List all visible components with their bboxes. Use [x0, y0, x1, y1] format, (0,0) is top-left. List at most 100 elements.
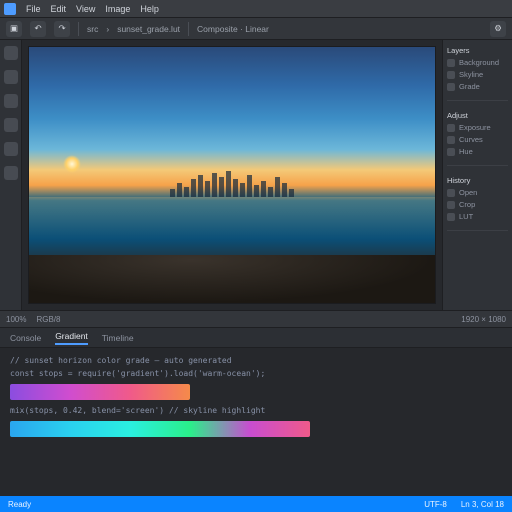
toolbar: ▣ ↶ ↷ src › sunset_grade.lut Composite ·… [0, 18, 512, 40]
menu-item[interactable]: Edit [51, 4, 67, 14]
panel-item[interactable]: Background [447, 58, 508, 67]
separator [188, 22, 189, 36]
panel-group-title[interactable]: History [447, 176, 508, 185]
skyline-building [191, 179, 196, 197]
bottom-panel: Console Gradient Timeline // sunset horizo… [0, 328, 512, 496]
toolbar-info: Composite · Linear [197, 24, 269, 34]
code-line: const stops = require('gradient').load('… [10, 369, 502, 378]
panel-item[interactable]: Skyline [447, 70, 508, 79]
app-logo-icon [4, 3, 16, 15]
redo-icon[interactable]: ↷ [54, 21, 70, 37]
panel-item-icon [447, 201, 455, 209]
encoding[interactable]: UTF-8 [424, 500, 447, 509]
panel-item-label: Hue [459, 147, 473, 156]
panel-item[interactable]: Exposure [447, 123, 508, 132]
eyedrop-tool-icon[interactable] [4, 142, 18, 156]
panel-item-icon [447, 148, 455, 156]
panel-item-icon [447, 213, 455, 221]
panel-item[interactable]: Hue [447, 147, 508, 156]
skyline-building [219, 177, 224, 197]
save-icon[interactable]: ▣ [6, 21, 22, 37]
crop-tool-icon[interactable] [4, 94, 18, 108]
panel-item-label: LUT [459, 212, 473, 221]
status-bar: Ready UTF-8 Ln 3, Col 18 [0, 496, 512, 512]
panel-item-icon [447, 124, 455, 132]
skyline-building [275, 177, 280, 197]
skyline-building [226, 171, 231, 197]
main-area: Layers Background Skyline Grade Adjust Exposu… [0, 40, 512, 310]
gradient-preview-b[interactable] [10, 421, 310, 437]
panel-item-icon [447, 189, 455, 197]
skyline-building [254, 185, 259, 197]
canvas-status: 100% RGB/8 1920 × 1080 [0, 310, 512, 328]
skyline-building [212, 173, 217, 197]
foreground-rocks [29, 255, 435, 303]
bottom-tabs: Console Gradient Timeline [0, 328, 512, 348]
skyline [29, 167, 435, 197]
skyline-building [261, 181, 266, 197]
side-panel: Layers Background Skyline Grade Adjust Exposu… [442, 40, 512, 310]
breadcrumb[interactable]: sunset_grade.lut [117, 24, 180, 34]
skyline-building [282, 183, 287, 197]
bottom-tab[interactable]: Console [10, 333, 41, 343]
panel-item-label: Curves [459, 135, 483, 144]
panel-group: Adjust Exposure Curves Hue [447, 111, 508, 166]
panel-group: History Open Crop LUT [447, 176, 508, 231]
skyline-building [205, 181, 210, 197]
separator [78, 22, 79, 36]
panel-item-label: Crop [459, 200, 475, 209]
skyline-building [268, 187, 273, 197]
panel-item[interactable]: Crop [447, 200, 508, 209]
code-line: mix(stops, 0.42, blend='screen') // skyl… [10, 406, 502, 415]
brush-tool-icon[interactable] [4, 118, 18, 132]
gradient-preview-a[interactable] [10, 384, 190, 400]
panel-item-icon [447, 83, 455, 91]
tool-rail [0, 40, 22, 310]
canvas-viewport[interactable] [22, 40, 442, 310]
skyline-building [198, 175, 203, 197]
panel-item-icon [447, 136, 455, 144]
move-tool-icon[interactable] [4, 46, 18, 60]
skyline-building [289, 189, 294, 197]
skyline-building [177, 183, 182, 197]
menu-bar: File Edit View Image Help [0, 0, 512, 18]
menu-item[interactable]: File [26, 4, 41, 14]
settings-icon[interactable]: ⚙ [490, 21, 506, 37]
status-text: Ready [8, 500, 31, 509]
panel-item[interactable]: Grade [447, 82, 508, 91]
skyline-building [184, 187, 189, 197]
menu-item[interactable]: View [76, 4, 95, 14]
skyline-building [170, 189, 175, 197]
breadcrumb[interactable]: src [87, 24, 98, 34]
panel-item-label: Background [459, 58, 499, 67]
select-tool-icon[interactable] [4, 70, 18, 84]
image-canvas[interactable] [28, 46, 436, 304]
panel-group-title[interactable]: Layers [447, 46, 508, 55]
skyline-building [247, 175, 252, 197]
text-tool-icon[interactable] [4, 166, 18, 180]
menu-item[interactable]: Help [140, 4, 159, 14]
bottom-tab[interactable]: Gradient [55, 331, 88, 345]
panel-item-label: Exposure [459, 123, 491, 132]
panel-item-icon [447, 71, 455, 79]
panel-item-label: Grade [459, 82, 480, 91]
panel-group: Layers Background Skyline Grade [447, 46, 508, 101]
cursor-position[interactable]: Ln 3, Col 18 [461, 500, 504, 509]
panel-item-label: Skyline [459, 70, 483, 79]
panel-item[interactable]: Open [447, 188, 508, 197]
editor-body[interactable]: // sunset horizon color grade — auto gen… [0, 348, 512, 496]
panel-item[interactable]: Curves [447, 135, 508, 144]
skyline-building [240, 183, 245, 197]
bottom-tab[interactable]: Timeline [102, 333, 134, 343]
skyline-building [233, 179, 238, 197]
undo-icon[interactable]: ↶ [30, 21, 46, 37]
chevron-right-icon: › [106, 24, 109, 34]
panel-item-icon [447, 59, 455, 67]
panel-item[interactable]: LUT [447, 212, 508, 221]
dimensions: 1920 × 1080 [461, 315, 506, 324]
menu-item[interactable]: Image [105, 4, 130, 14]
panel-item-label: Open [459, 188, 477, 197]
zoom-level[interactable]: 100% [6, 315, 26, 324]
color-mode: RGB/8 [36, 315, 60, 324]
panel-group-title[interactable]: Adjust [447, 111, 508, 120]
